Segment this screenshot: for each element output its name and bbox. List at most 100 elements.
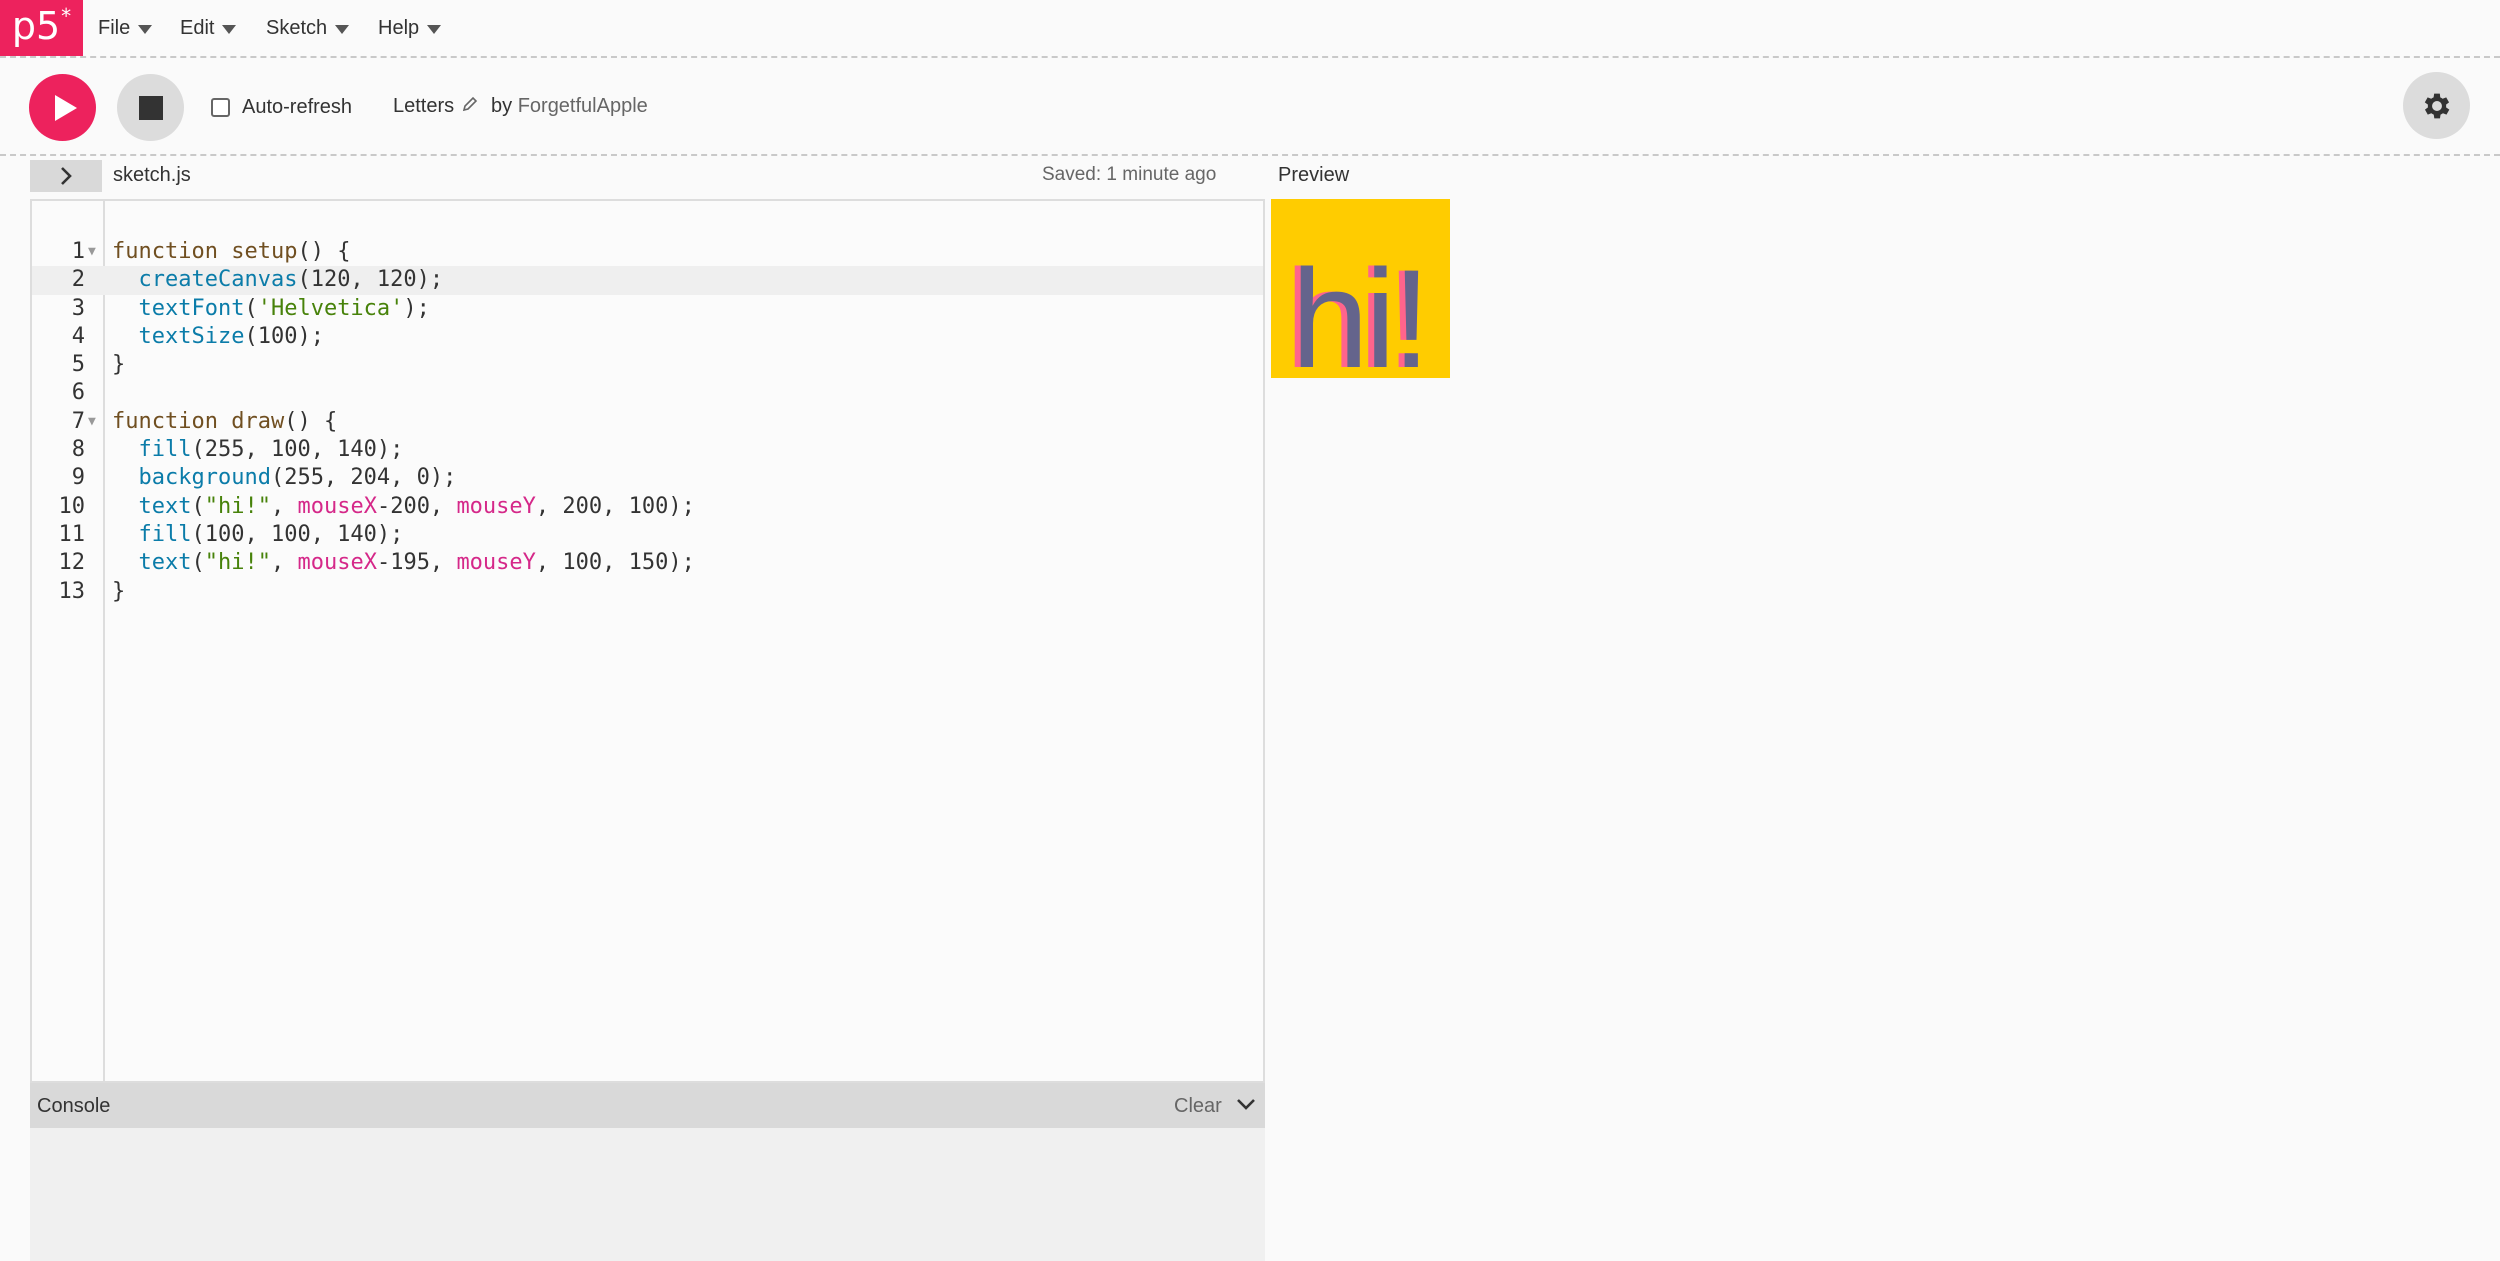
line-number: 2 — [71, 267, 85, 293]
play-button[interactable] — [29, 74, 96, 141]
code-text: createCanvas(120, 120); — [112, 266, 444, 294]
code-line[interactable]: 7 ▼ function draw() { — [32, 408, 1263, 436]
sidebar-toggle-button[interactable] — [30, 160, 102, 192]
sketch-name-text: Letters — [393, 95, 455, 117]
stop-icon — [138, 95, 163, 120]
line-number: 10 — [58, 493, 86, 519]
code-line[interactable]: 6 — [32, 379, 1263, 407]
code-line[interactable]: 1 ▼ function setup() { — [32, 238, 1263, 266]
line-number: 12 — [58, 550, 86, 576]
p5-logo[interactable]: p5 * — [0, 0, 83, 56]
code-line[interactable]: 2 createCanvas(120, 120); — [32, 266, 1263, 295]
code-line[interactable]: 12 text("hi!", mouseX-195, mouseY, 100, … — [32, 549, 1263, 577]
code-token: } — [112, 578, 126, 604]
auto-refresh-checkbox[interactable] — [211, 98, 230, 117]
fold-arrow-icon[interactable]: ▼ — [88, 408, 96, 436]
menu-sketch[interactable]: Sketch — [266, 0, 350, 56]
code-token: "hi!" — [204, 550, 271, 576]
code-token: ( — [191, 493, 205, 519]
code-text: text("hi!", mouseX-200, mouseY, 200, 100… — [112, 493, 695, 521]
triangle-down-icon — [138, 24, 153, 34]
line-number: 5 — [71, 352, 85, 378]
code-token: setup — [231, 239, 298, 264]
pencil-icon[interactable] — [462, 96, 478, 117]
code-token: } — [112, 352, 126, 378]
code-text: function setup() { — [112, 238, 350, 266]
play-icon — [54, 94, 77, 121]
code-token: mouseX — [297, 493, 377, 519]
preview-canvas[interactable]: hi! hi! — [1271, 199, 1450, 378]
code-line[interactable]: 3 textFont('Helvetica'); — [32, 295, 1263, 323]
code-token: textFont — [138, 295, 245, 321]
line-number: 3 — [71, 295, 85, 321]
line-number: 11 — [58, 521, 86, 547]
auto-refresh-label: Auto-refresh — [242, 96, 353, 118]
code-line[interactable]: 13} — [32, 578, 1263, 606]
line-number: 6 — [71, 380, 85, 406]
console-collapse-button[interactable] — [1235, 1093, 1257, 1120]
code-token: mouseY — [456, 550, 536, 576]
logo-asterisk: * — [61, 4, 72, 28]
line-number: 8 — [71, 437, 85, 463]
menu-help[interactable]: Help — [378, 0, 442, 56]
code-token: mouseY — [456, 493, 536, 519]
triangle-down-icon — [427, 24, 442, 34]
code-token: textSize — [138, 323, 245, 349]
code-token: (255, 204, 0); — [270, 465, 457, 491]
code-token: -200, — [376, 493, 457, 519]
code-token: function — [112, 239, 218, 264]
chevron-right-icon — [61, 167, 72, 185]
line-number: 7 — [71, 408, 85, 434]
menu-file[interactable]: File — [98, 0, 153, 56]
console-header: Console Clear — [30, 1083, 1265, 1128]
code-line[interactable]: 9 background(255, 204, 0); — [32, 464, 1263, 492]
code-token: () { — [297, 239, 351, 264]
code-token: (255, 100, 140); — [191, 437, 404, 463]
fold-arrow-icon[interactable]: ▼ — [88, 238, 96, 266]
top-nav: p5 * File Edit Sketch Help — [0, 0, 2500, 58]
code-editor[interactable]: 1 ▼ function setup() {2 createCanvas(120, … — [30, 199, 1265, 1083]
code-token: () { — [284, 408, 338, 434]
code-token: draw — [231, 408, 285, 434]
saved-status: Saved: 1 minute ago — [1042, 164, 1217, 185]
code-token: "hi!" — [204, 493, 271, 519]
code-text: function draw() { — [112, 408, 337, 436]
code-text: fill(100, 100, 140); — [112, 521, 404, 549]
stop-button[interactable] — [117, 74, 184, 141]
line-number: 4 — [71, 323, 85, 349]
code-token: , — [270, 550, 298, 576]
by-label: by — [491, 95, 513, 117]
auto-refresh-toggle[interactable]: Auto-refresh — [211, 96, 352, 119]
code-line[interactable]: 10 text("hi!", mouseX-200, mouseY, 200, … — [32, 493, 1263, 521]
sketch-author: by ForgetfulApple — [491, 95, 648, 118]
code-token: ( — [244, 295, 258, 321]
code-line[interactable]: 5} — [32, 351, 1263, 379]
code-text: } — [112, 578, 125, 606]
code-text: background(255, 204, 0); — [112, 464, 457, 492]
code-line[interactable]: 11 fill(100, 100, 140); — [32, 521, 1263, 549]
code-token: , 100, 150); — [535, 550, 695, 576]
code-token: fill — [138, 521, 192, 547]
author-link[interactable]: ForgetfulApple — [518, 95, 648, 117]
code-token: function — [112, 408, 218, 434]
code-token: , — [270, 493, 298, 519]
menu-edit-label: Edit — [180, 16, 215, 39]
console-clear-button[interactable]: Clear — [1174, 1095, 1222, 1118]
preview-label: Preview — [1278, 164, 1350, 186]
code-line[interactable]: 4 textSize(100); — [32, 323, 1263, 351]
code-line[interactable]: 8 fill(255, 100, 140); — [32, 436, 1263, 464]
code-token: (100, 100, 140); — [191, 521, 404, 547]
console-output — [30, 1128, 1265, 1261]
code-text: } — [112, 351, 125, 379]
logo-text: p5 — [11, 4, 61, 48]
code-lines[interactable]: 1 ▼ function setup() {2 createCanvas(120, … — [32, 238, 1263, 606]
sketch-name[interactable]: Letters — [393, 95, 478, 118]
code-token: text — [138, 493, 192, 519]
menu-edit[interactable]: Edit — [180, 0, 237, 56]
settings-button[interactable] — [2403, 72, 2470, 139]
